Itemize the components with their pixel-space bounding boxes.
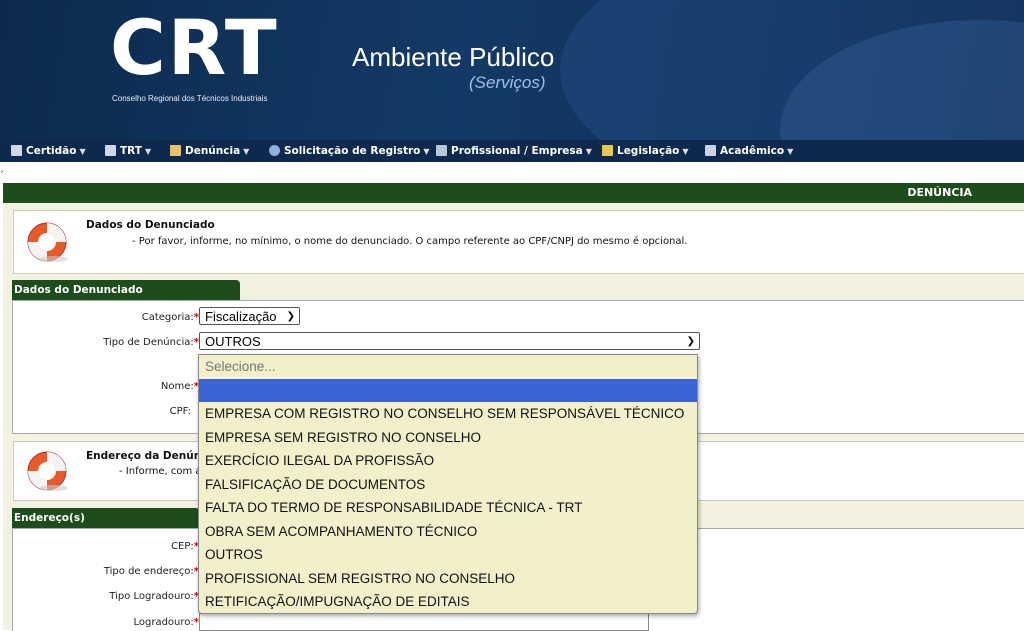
nav-label: Solicitação de Registro [284, 145, 421, 157]
info-box-denunciado: Dados do Denunciado - Por favor, informe… [13, 210, 1024, 274]
chevron-down-icon: ▼ [144, 147, 152, 156]
nav-item-certidao[interactable]: Certidão ▼ [11, 140, 86, 162]
nav-item-solicitacao-registro[interactable]: Solicitação de Registro ▼ [269, 140, 430, 162]
logo-subtitle: Conselho Regional dos Técnicos Industria… [112, 94, 268, 103]
nav-label: Denúncia [185, 145, 241, 157]
cpf-label: CPF: [169, 406, 191, 417]
section-title: DENÚNCIA [907, 186, 972, 199]
dropdown-option-empty[interactable] [199, 378, 697, 402]
chevron-down-icon: ▼ [423, 147, 430, 156]
nav-label: Acadêmico [720, 145, 785, 157]
dropdown-option[interactable]: PROFISSIONAL SEM REGISTRO NO CONSELHO [199, 567, 697, 591]
info-text: - Por favor, informe, no mínimo, o nome … [132, 236, 688, 247]
label-text: CEP: [171, 541, 194, 552]
lifebuoy-icon [27, 451, 68, 491]
label-text: Logradouro: [133, 617, 194, 628]
app-title: Ambiente Público [352, 42, 555, 72]
info-title: Endereço da Denúnci [86, 450, 212, 462]
info-text: - Informe, com a [119, 466, 202, 477]
nome-label: Nome:* [161, 381, 199, 392]
cep-label: CEP:* [171, 541, 199, 552]
chevron-down-icon: ❯ [686, 336, 695, 347]
dropdown-option[interactable]: FALSIFICAÇÃO DE DOCUMENTOS [199, 473, 697, 497]
lifebuoy-icon [27, 222, 68, 262]
document-icon [105, 145, 116, 156]
chevron-down-icon: ❯ [286, 311, 295, 322]
chevron-down-icon: ▼ [585, 147, 592, 156]
user-icon [269, 145, 280, 156]
tipo-denuncia-select[interactable]: OUTROS ❯ [199, 332, 700, 350]
dropdown-option[interactable]: EMPRESA COM REGISTRO NO CONSELHO SEM RES… [199, 402, 697, 426]
info-title: Dados do Denunciado [86, 219, 215, 231]
dropdown-option[interactable]: EMPRESA SEM REGISTRO NO CONSELHO [199, 426, 697, 450]
logradouro-input[interactable] [199, 613, 649, 631]
dropdown-option-placeholder[interactable]: Selecione... [199, 355, 697, 379]
dropdown-option[interactable]: EXERCÍCIO ILEGAL DA PROFISSÃO [199, 449, 697, 473]
select-value: Fiscalização [205, 309, 277, 324]
tab-dados-denunciado: Dados do Denunciado [12, 280, 240, 300]
dropdown-option[interactable]: RETIFICAÇÃO/IMPUGNAÇÃO DE EDITAIS [199, 590, 697, 614]
categoria-select[interactable]: Fiscalização ❯ [199, 307, 300, 325]
site-header: CRT Conselho Regional dos Técnicos Indus… [0, 0, 1024, 140]
dropdown-option[interactable]: OUTROS [199, 543, 697, 567]
main-nav: Certidão ▼ TRT ▼ Denúncia ▼ Solicitação de … [0, 140, 1024, 162]
dropdown-option[interactable]: FALTA DO TERMO DE RESPONSABILIDADE TÉCNI… [199, 496, 697, 520]
label-text: Categoria: [141, 312, 194, 323]
tipo-denuncia-dropdown: Selecione... EMPRESA COM REGISTRO NO CON… [198, 354, 698, 614]
document-icon [11, 145, 22, 156]
logradouro-label: Logradouro:* [133, 617, 199, 628]
label-text: Tipo Logradouro: [109, 591, 194, 602]
label-text: Nome: [160, 381, 194, 392]
chevron-down-icon: ▼ [787, 147, 794, 156]
nav-item-denuncia[interactable]: Denúncia ▼ [170, 140, 249, 162]
nav-item-trt[interactable]: TRT ▼ [105, 140, 151, 162]
tipo-endereco-label: Tipo de endereço:* [104, 566, 199, 577]
tipo-denuncia-label: Tipo de Denúncia:* [103, 337, 199, 348]
book-icon [705, 145, 716, 156]
logo-text: CRT [110, 3, 279, 92]
id-card-icon [436, 145, 447, 156]
nav-item-profissional-empresa[interactable]: Profissional / Empresa ▼ [436, 140, 592, 162]
nav-item-academico[interactable]: Acadêmico ▼ [705, 140, 793, 162]
categoria-label: Categoria:* [142, 312, 199, 323]
nav-label: TRT [120, 145, 142, 157]
crt-logo[interactable]: CRT Conselho Regional dos Técnicos Indus… [110, 4, 280, 111]
tipo-logradouro-label: Tipo Logradouro:* [109, 591, 199, 602]
label-text: Tipo de Denúncia: [103, 337, 194, 348]
chevron-down-icon: ▼ [682, 147, 689, 156]
label-text: Tipo de endereço: [103, 566, 194, 577]
app-subtitle: (Serviços) [469, 73, 546, 92]
nav-label: Legislação [617, 145, 680, 157]
nav-label: Profissional / Empresa [451, 145, 583, 157]
law-icon [602, 145, 613, 156]
dropdown-option[interactable]: OBRA SEM ACOMPANHAMENTO TÉCNICO [199, 520, 697, 544]
select-value: OUTROS [205, 334, 261, 349]
nav-item-legislacao[interactable]: Legislação ▼ [602, 140, 689, 162]
tab-enderecos: Endereço(s) [12, 508, 200, 528]
folder-icon [170, 145, 181, 156]
nav-label: Certidão [26, 145, 77, 157]
section-header: DENÚNCIA [3, 183, 1024, 203]
chevron-down-icon: ▼ [79, 147, 86, 156]
caret-mark: ˃ [0, 170, 4, 179]
chevron-down-icon: ▼ [243, 147, 250, 156]
